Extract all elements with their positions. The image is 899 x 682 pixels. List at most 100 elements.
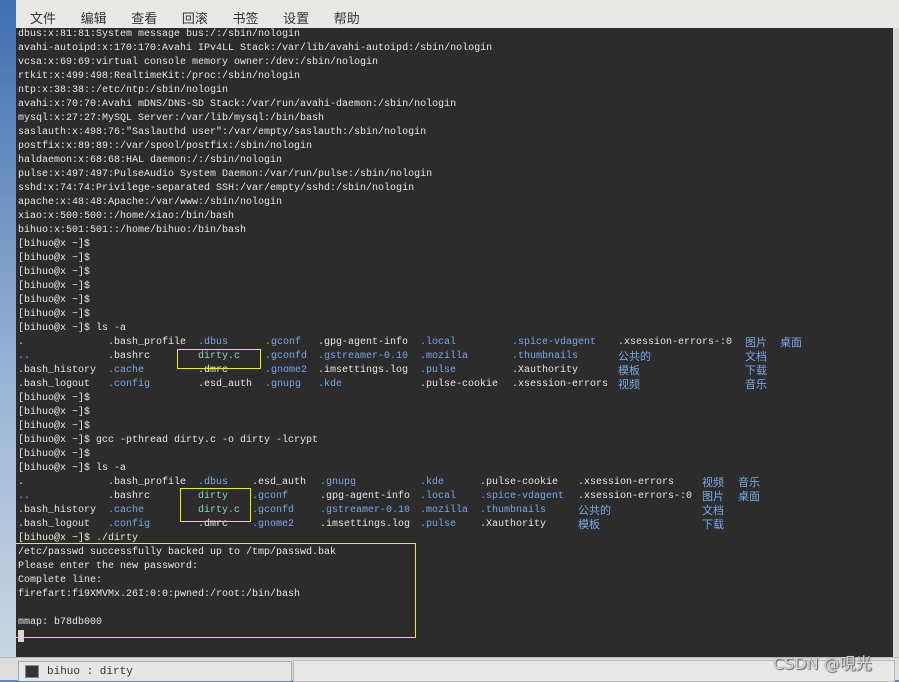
menu-bar: 文件 编辑 查看 回滚 书签 设置 帮助 (16, 0, 899, 29)
passwd-line: pulse:x:497:497:PulseAudio System Daemon… (18, 169, 433, 180)
file-entry: .bash_logout (18, 519, 91, 530)
file-entry: 文档 (745, 350, 767, 363)
file-entry: . (18, 337, 25, 348)
file-entry: 图片 (745, 336, 767, 349)
terminal-icon (25, 665, 39, 678)
file-entry: .cache (108, 505, 145, 516)
prompt-line: [bihuo@x ~]$ (18, 253, 91, 264)
terminal-output[interactable]: dbus:x:81:81:System message bus:/:/sbin/… (16, 28, 893, 657)
passwd-line: avahi-autoipd:x:170:170:Avahi IPv4LL Sta… (18, 43, 493, 54)
file-entry: .mozilla (420, 505, 469, 516)
file-entry: .imsettings.log (318, 365, 409, 376)
file-entry: .bashrc (108, 351, 151, 362)
file-entry: .bash_profile (108, 477, 187, 488)
passwd-line: haldaemon:x:68:68:HAL daemon:/:/sbin/nol… (18, 155, 283, 166)
file-entry: .gstreamer-0.10 (318, 351, 409, 362)
file-entry: .gnome2 (265, 365, 308, 376)
passwd-line: bihuo:x:501:501::/home/bihuo:/bin/bash (18, 225, 247, 236)
file-entry: .gnupg (320, 477, 357, 488)
file-entry: 下载 (702, 518, 724, 531)
watermark: CSDN @哯光 (773, 654, 872, 673)
file-entry: 桌面 (738, 490, 760, 503)
file-entry: .. (18, 351, 31, 362)
prompt-line: [bihuo@x ~]$ (18, 281, 91, 292)
file-entry: .esd_auth (198, 379, 253, 390)
prompt-line: [bihuo@x ~]$ (18, 407, 91, 418)
file-entry: .gpg-agent-info (318, 337, 409, 348)
file-entry: .bash_history (18, 365, 97, 376)
prompt-line: [bihuo@x ~]$ (18, 449, 91, 460)
file-entry: 音乐 (745, 378, 767, 391)
passwd-line: saslauth:x:498:76:"Saslauthd user":/var/… (18, 127, 427, 138)
file-entry: 文档 (702, 504, 724, 517)
file-entry: .gstreamer-0.10 (320, 505, 411, 516)
file-entry: .gconf (265, 337, 302, 348)
file-entry: .spice-vdagent (512, 337, 597, 348)
menu-scrollback[interactable]: 回滚 (182, 8, 208, 27)
highlight-box-dirty-c (177, 349, 261, 369)
prompt-line: [bihuo@x ~]$ (18, 267, 91, 278)
command-line: [bihuo@x ~]$ ls -a (18, 463, 127, 474)
file-entry: .imsettings.log (320, 519, 411, 530)
file-entry: .pulse-cookie (420, 379, 499, 390)
file-entry: .dbus (198, 337, 229, 348)
passwd-line: postfix:x:89:89::/var/spool/postfix:/sbi… (18, 141, 313, 152)
prompt-line: [bihuo@x ~]$ (18, 309, 91, 320)
file-entry: .gpg-agent-info (320, 491, 411, 502)
file-entry: .gconfd (252, 505, 295, 516)
file-entry: .local (420, 337, 457, 348)
file-entry: .bashrc (108, 491, 151, 502)
file-entry: 视频 (702, 476, 724, 489)
passwd-line: dbus:x:81:81:System message bus:/:/sbin/… (18, 29, 301, 40)
menu-file[interactable]: 文件 (30, 8, 56, 27)
file-entry: 公共的 (618, 350, 651, 363)
command-line: [bihuo@x ~]$ ls -a (18, 323, 127, 334)
file-entry: .xsession-errors (512, 379, 609, 390)
file-entry: .kde (318, 379, 343, 390)
file-entry: .gconf (252, 491, 289, 502)
menu-bookmarks[interactable]: 书签 (233, 8, 259, 27)
file-entry: .xsession-errors (578, 477, 675, 488)
file-entry: .. (18, 491, 31, 502)
passwd-line: avahi:x:70:70:Avahi mDNS/DNS-SD Stack:/v… (18, 99, 457, 110)
prompt-line: [bihuo@x ~]$ (18, 295, 91, 306)
file-entry: .gnupg (265, 379, 302, 390)
file-entry: 模板 (578, 518, 600, 531)
passwd-line: rtkit:x:499:498:RealtimeKit:/proc:/sbin/… (18, 71, 301, 82)
passwd-line: sshd:x:74:74:Privilege-separated SSH:/va… (18, 183, 415, 194)
passwd-line: vcsa:x:69:69:virtual console memory owne… (18, 57, 379, 68)
prompt-line: [bihuo@x ~]$ (18, 239, 91, 250)
file-entry: .bash_history (18, 505, 97, 516)
file-entry: .local (420, 491, 457, 502)
file-entry: .xsession-errors-:0 (618, 337, 733, 348)
menu-help[interactable]: 帮助 (334, 8, 360, 27)
file-entry: .xsession-errors-:0 (578, 491, 693, 502)
file-entry: .gconfd (265, 351, 308, 362)
file-entry: .esd_auth (252, 477, 307, 488)
desktop-background (0, 0, 16, 657)
taskbar-window-button[interactable]: bihuo : dirty (18, 661, 292, 681)
menu-edit[interactable]: 编辑 (81, 8, 107, 27)
file-entry: .bash_logout (18, 379, 91, 390)
file-entry: 公共的 (578, 504, 611, 517)
command-line: [bihuo@x ~]$ gcc -pthread dirty.c -o dir… (18, 435, 319, 446)
menu-settings[interactable]: 设置 (283, 8, 309, 27)
file-entry: .config (108, 379, 151, 390)
highlight-box-exploit-output (16, 543, 416, 638)
passwd-line: apache:x:48:48:Apache:/var/www:/sbin/nol… (18, 197, 283, 208)
menu-view[interactable]: 查看 (131, 8, 157, 27)
file-entry: .thumbnails (512, 351, 579, 362)
file-entry: .pulse (420, 365, 457, 376)
scrollbar[interactable] (893, 28, 899, 657)
file-entry: .kde (420, 477, 445, 488)
file-entry: 音乐 (738, 476, 760, 489)
file-entry: .thumbnails (480, 505, 547, 516)
file-entry: .Xauthority (480, 519, 547, 530)
taskbar-window-label: bihuo : dirty (47, 666, 133, 678)
file-entry: 图片 (702, 490, 724, 503)
highlight-box-dirty-files (180, 488, 251, 522)
passwd-line: ntp:x:38:38::/etc/ntp:/sbin/nologin (18, 85, 229, 96)
file-entry: .pulse (420, 519, 457, 530)
file-entry: .gnome2 (252, 519, 295, 530)
file-entry: 下载 (745, 364, 767, 377)
